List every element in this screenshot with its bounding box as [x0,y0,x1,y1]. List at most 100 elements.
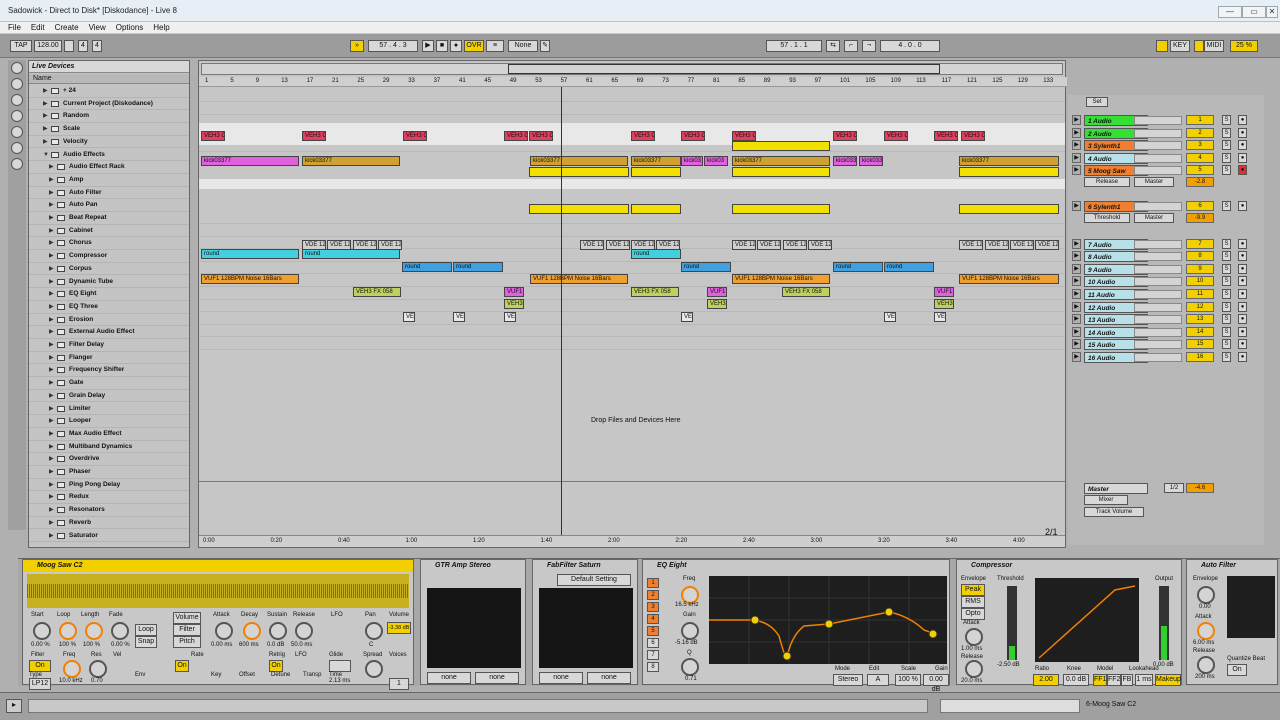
arrangement-clip[interactable]: kick03377 [631,156,681,166]
preset-select[interactable]: Default Setting [557,574,631,586]
eq-curve-display[interactable] [709,576,947,664]
lookahead-select[interactable]: 1 ms [1135,674,1153,686]
expand-triangle-icon[interactable]: ▶ [49,403,54,416]
browser-item[interactable]: ▶ Auto Filter [29,187,189,200]
solo-button[interactable]: S [1222,352,1231,362]
expand-triangle-icon[interactable]: ▶ [49,339,54,352]
loop-knob[interactable] [59,622,77,640]
eq-band-toggle[interactable]: 6 [647,638,659,648]
browser-item[interactable]: ▶ Overdrive [29,453,189,466]
arm-button[interactable]: ● [1238,238,1247,249]
arrangement-clip[interactable]: VDE 12 [1010,240,1034,250]
arrangement-clip[interactable]: VDE 12 [985,240,1009,250]
track-header[interactable]: ▶ 2 Audio 2 S ● [1068,127,1264,140]
expand-triangle-icon[interactable]: ▶ [49,212,54,225]
play-icon[interactable]: ▶ [1072,238,1081,249]
solo-button[interactable]: S [1222,326,1231,337]
io-slot[interactable] [1134,202,1182,211]
midi-clip[interactable] [732,204,830,214]
plugin-display[interactable] [539,588,633,668]
expand-triangle-icon[interactable]: ▶ [49,491,54,504]
browser-item[interactable]: ▶ Audio Effect Rack [29,161,189,174]
length-knob[interactable] [85,622,103,640]
play-icon[interactable]: ▶ [1072,289,1081,299]
play-icon[interactable]: ▶ [1072,251,1081,262]
release-knob[interactable] [965,660,983,678]
arrangement-clip[interactable]: VDE 12 [580,240,604,250]
arm-button[interactable]: ● [1238,140,1247,151]
solo-button[interactable]: S [1222,314,1231,325]
param-select-2[interactable]: none [475,672,519,684]
arrangement-clip[interactable]: VEH3 C [732,131,756,141]
play-icon[interactable]: ▶ [1072,326,1081,337]
io-slot[interactable] [1134,353,1182,362]
io-slot[interactable] [1134,239,1182,249]
expand-triangle-icon[interactable]: ▶ [49,314,54,327]
browser-item[interactable]: ▶ Saturator [29,530,189,543]
follow-button[interactable]: » [350,40,364,52]
track-header[interactable]: ▶ 12 Audio 12 S ● [1068,301,1264,314]
arrangement-clip[interactable]: VDE 12 [1035,240,1059,250]
expand-triangle-icon[interactable]: ▶ [49,415,54,428]
arrangement-clip[interactable]: VUF1 128BPM Noise 16Bars [530,274,628,284]
play-icon[interactable]: ▶ [1072,352,1081,362]
track-header[interactable]: ▶ 5 Moog Saw 5 S ● [1068,165,1264,177]
arrangement-clip[interactable]: VE [504,312,516,322]
expand-triangle-icon[interactable]: ▶ [43,123,48,136]
browser-item[interactable]: ▶ Corpus [29,263,189,276]
folder-icon[interactable] [11,94,23,106]
release-knob[interactable] [1197,656,1215,674]
voices-select[interactable]: 1 [389,678,409,690]
sustain-knob[interactable] [269,622,287,640]
track-header[interactable]: ▶ 16 Audio 16 S ● [1068,352,1264,364]
track-header[interactable]: ▶ 14 Audio 14 S ● [1068,326,1264,339]
io-slot[interactable] [1134,327,1182,337]
arrangement-clip[interactable]: VEH3 C [833,131,857,141]
browser-item[interactable]: ▶ EQ Three [29,301,189,314]
expand-triangle-icon[interactable]: ▶ [49,187,54,200]
expand-triangle-icon[interactable]: ▶ [49,161,54,174]
track-volume[interactable]: 12 [1186,301,1214,312]
track-5-volume[interactable]: -2.8 [1186,177,1214,187]
browser-item[interactable]: ▶ Ping Pong Delay [29,479,189,492]
decay-knob[interactable] [243,622,261,640]
track-header[interactable]: ▶ 13 Audio 13 S ● [1068,314,1264,326]
filter-type-select[interactable]: LP12 [29,678,51,690]
attack-knob[interactable] [1197,622,1215,640]
track-volume[interactable]: 6 [1186,201,1214,211]
expand-triangle-icon[interactable]: ▶ [49,504,54,517]
arrangement-clip[interactable]: kick03 [704,156,728,166]
solo-button[interactable]: S [1222,201,1231,211]
overview-strip[interactable] [940,699,1080,713]
arm-button[interactable]: ● [1238,251,1247,262]
folder-icon[interactable] [11,142,23,154]
device-title[interactable]: Moog Saw C2 [23,560,413,572]
solo-button[interactable]: S [1222,276,1231,287]
arrangement-clip[interactable]: VUF1 [504,287,524,297]
pitch-tab[interactable]: Pitch [173,636,201,648]
output-meter[interactable] [1159,586,1169,660]
browser-item[interactable]: ▶ Auto Pan [29,199,189,212]
browser-item[interactable]: ▼ Audio Effects [29,149,189,162]
solo-button[interactable]: S [1222,301,1231,312]
track-volume[interactable]: 14 [1186,326,1214,337]
browser-column-name[interactable]: Name [29,74,189,84]
browser-item[interactable]: ▶ + 24 [29,85,189,98]
menu-create[interactable]: Create [55,22,79,34]
gain2-field[interactable]: 0.00 dB [923,674,949,693]
expand-triangle-icon[interactable]: ▶ [43,110,48,123]
draw-mode-icon[interactable]: ≡ [486,40,504,52]
solo-button[interactable]: S [1222,251,1231,262]
browser-item[interactable]: ▶ Max Audio Effect [29,428,189,441]
plugin-icon[interactable] [11,78,23,90]
eq-band-toggle[interactable]: 8 [647,662,659,672]
arrangement-clip[interactable]: VDE 12 [757,240,781,250]
io-slot[interactable] [1134,290,1182,299]
io-slot[interactable] [1134,315,1182,325]
solo-button[interactable]: S [1222,140,1231,151]
track-volume[interactable]: 11 [1186,289,1214,299]
position-field[interactable]: 57 . 4 . 3 [368,40,418,52]
arrangement-clip[interactable]: kick03 [681,156,703,166]
expand-triangle-icon[interactable]: ▶ [43,98,48,111]
automation-line[interactable] [199,481,1065,482]
